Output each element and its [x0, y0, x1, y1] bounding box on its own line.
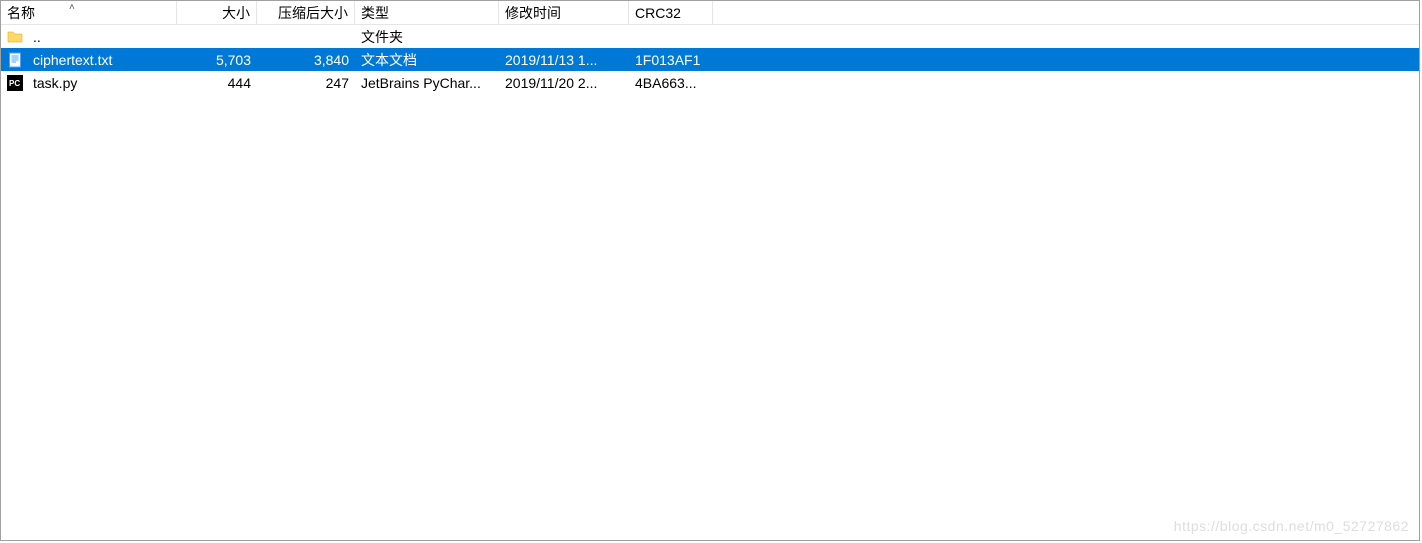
table-row[interactable]: .. 文件夹 — [1, 25, 1419, 48]
column-header-size[interactable]: 大小 — [177, 1, 257, 24]
column-header-name[interactable]: 名称 ˄ — [1, 1, 177, 24]
file-crc: 1F013AF1 — [629, 52, 713, 68]
file-crc: 4BA663... — [629, 75, 713, 91]
file-type: 文本文档 — [355, 50, 499, 70]
file-list-pane: 名称 ˄ 大小 压缩后大小 类型 修改时间 CRC32 .. 文件夹 — [0, 0, 1420, 541]
text-file-icon — [7, 52, 23, 68]
table-row[interactable]: ciphertext.txt 5,703 3,840 文本文档 2019/11/… — [1, 48, 1419, 71]
file-name: .. — [27, 29, 177, 45]
column-header-crc[interactable]: CRC32 — [629, 1, 713, 24]
column-header-type[interactable]: 类型 — [355, 1, 499, 24]
column-header-csize[interactable]: 压缩后大小 — [257, 1, 355, 24]
table-row[interactable]: PC task.py 444 247 JetBrains PyChar... 2… — [1, 71, 1419, 94]
file-mtime: 2019/11/13 1... — [499, 52, 629, 68]
sort-indicator-icon: ˄ — [69, 3, 75, 13]
file-csize: 247 — [257, 75, 355, 91]
watermark-text: https://blog.csdn.net/m0_52727862 — [1174, 518, 1409, 534]
svg-text:PC: PC — [9, 79, 20, 88]
file-size: 444 — [177, 75, 257, 91]
file-type: JetBrains PyChar... — [355, 75, 499, 91]
file-type: 文件夹 — [355, 27, 499, 47]
file-name: task.py — [27, 75, 177, 91]
column-header-name-label: 名称 — [7, 3, 35, 23]
file-rows: .. 文件夹 ciphertext.txt 5,703 3,840 文本文档 — [1, 25, 1419, 94]
column-header-crc-label: CRC32 — [635, 5, 681, 21]
column-header-csize-label: 压缩后大小 — [278, 3, 348, 23]
column-header-row: 名称 ˄ 大小 压缩后大小 类型 修改时间 CRC32 — [1, 1, 1419, 25]
column-header-size-label: 大小 — [222, 3, 250, 23]
file-csize: 3,840 — [257, 52, 355, 68]
folder-icon — [7, 29, 23, 45]
column-header-mtime-label: 修改时间 — [505, 3, 561, 23]
column-header-mtime[interactable]: 修改时间 — [499, 1, 629, 24]
column-header-type-label: 类型 — [361, 3, 389, 23]
file-name: ciphertext.txt — [27, 52, 177, 68]
file-mtime: 2019/11/20 2... — [499, 75, 629, 91]
file-size: 5,703 — [177, 52, 257, 68]
pycharm-icon: PC — [7, 75, 23, 91]
